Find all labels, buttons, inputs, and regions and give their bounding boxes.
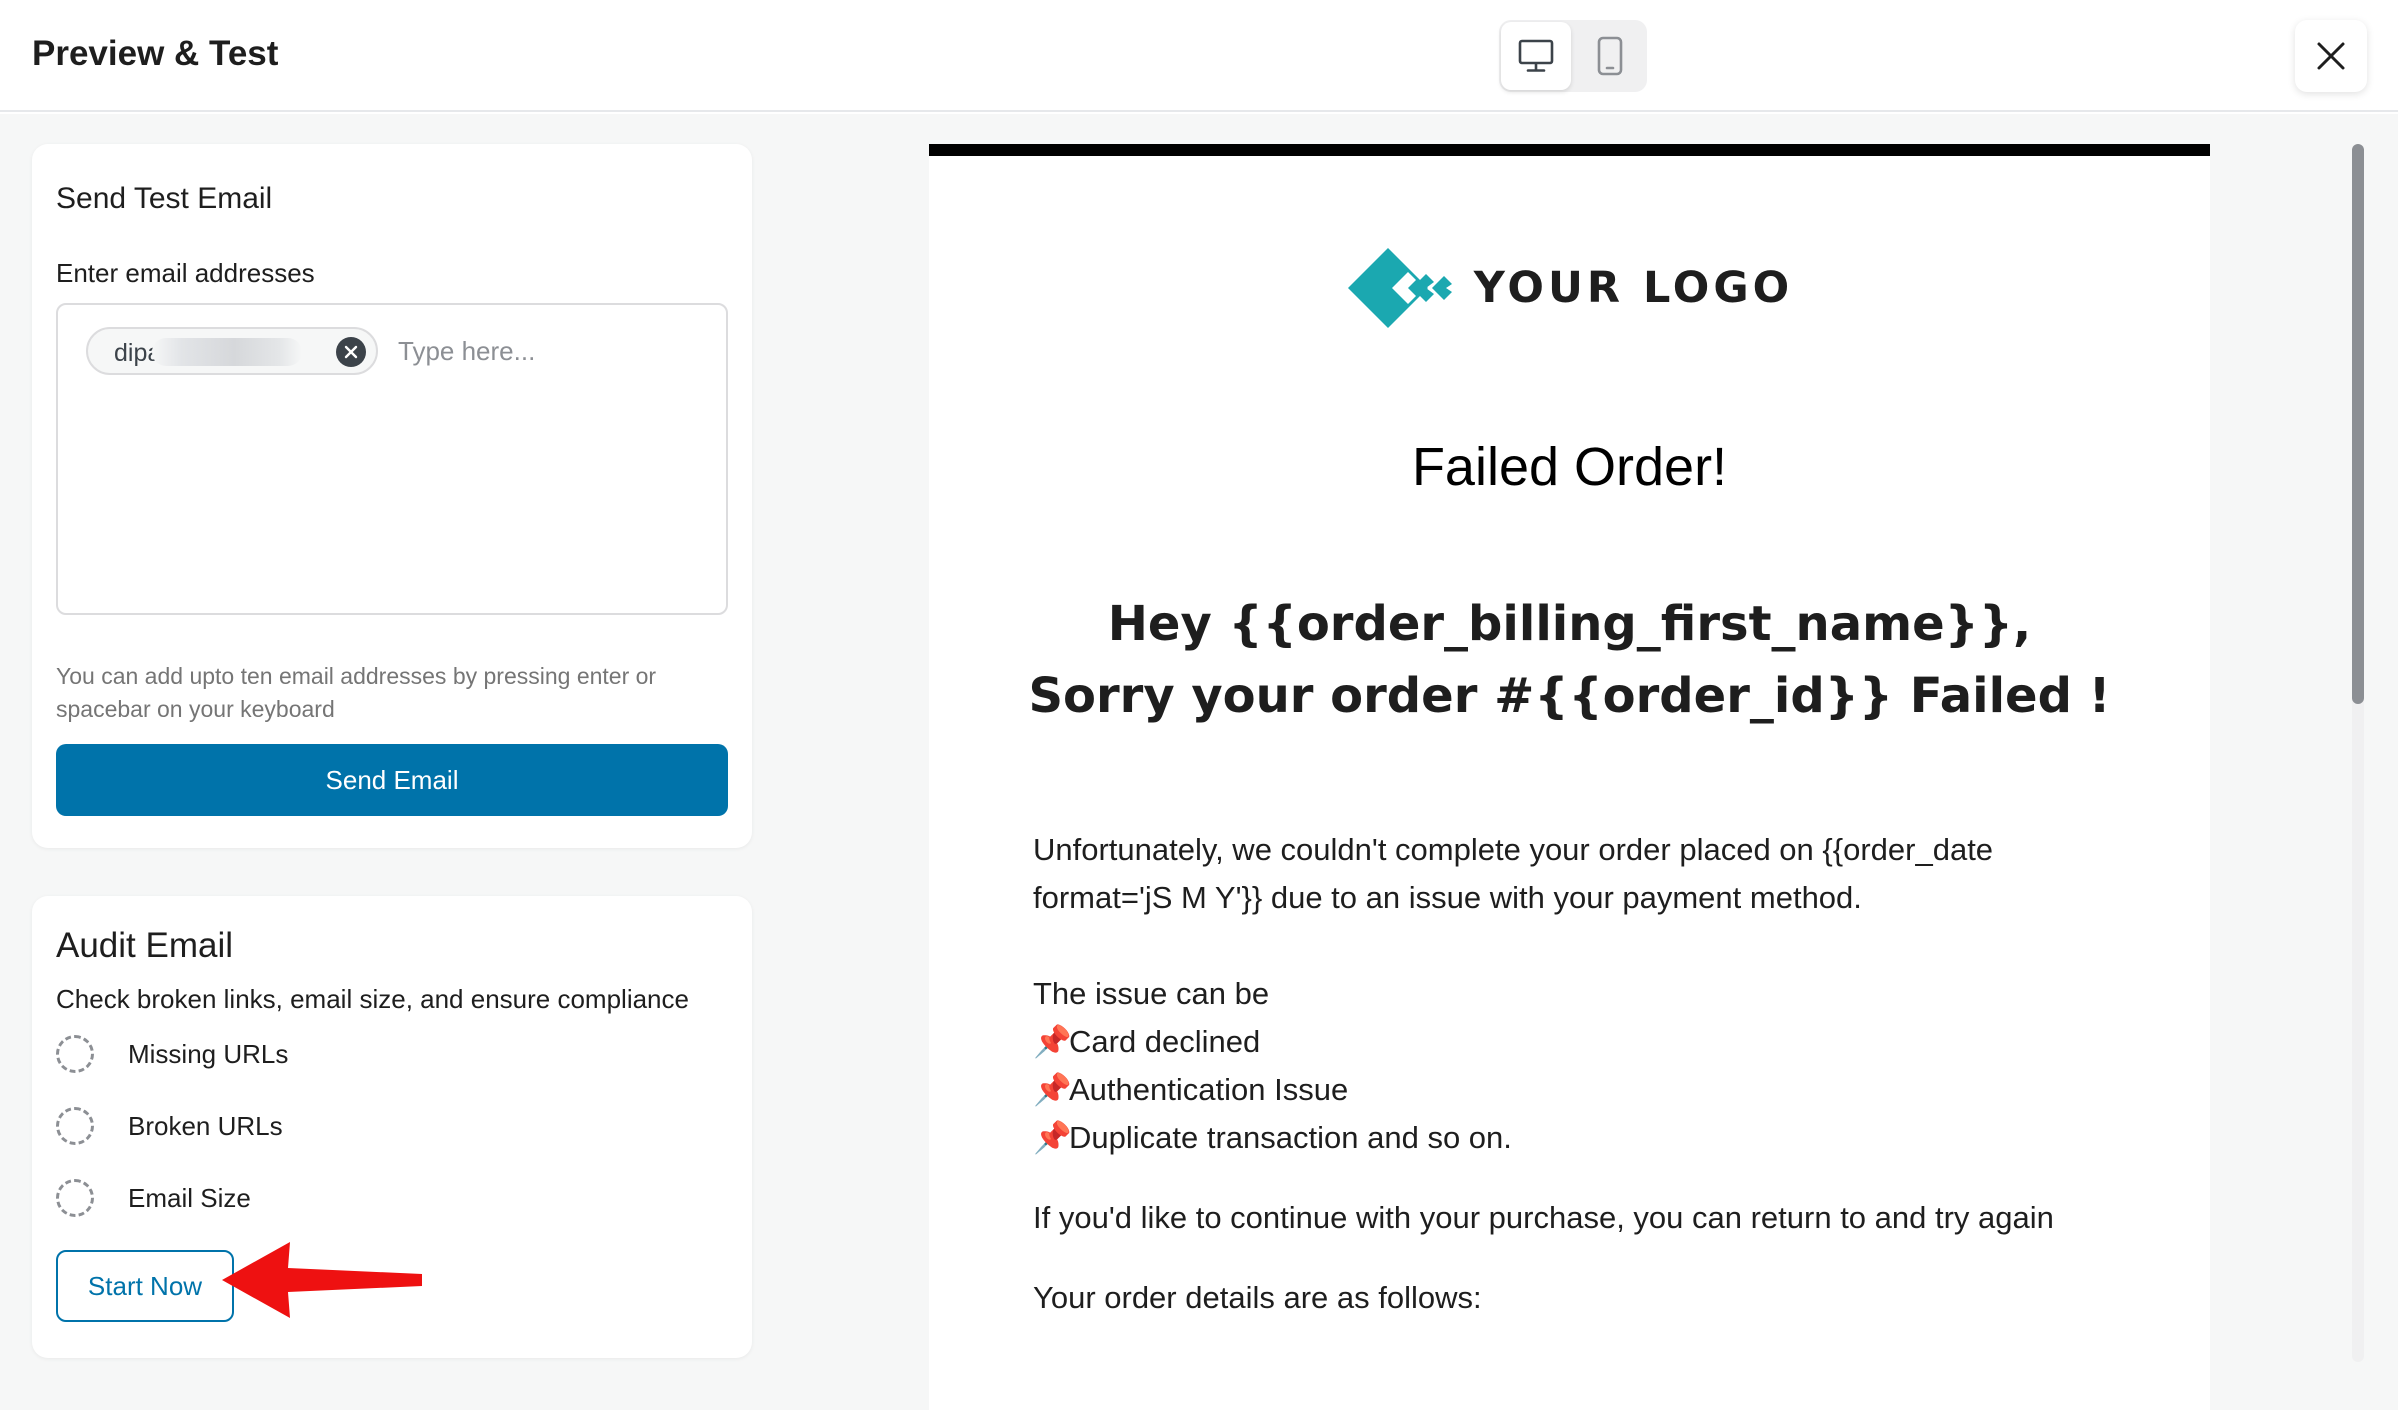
greeting-line-1: Hey {{order_billing_first_name}}, bbox=[1107, 596, 2032, 652]
email-addresses-label: Enter email addresses bbox=[56, 258, 315, 288]
audit-check-missing-urls: Missing URLs bbox=[56, 1034, 288, 1074]
body-text: format='jS M Y'}} due to an issue with y… bbox=[1033, 880, 1862, 915]
preview-scrollbar[interactable] bbox=[2352, 144, 2364, 1362]
issue-item: 📌Duplicate transaction and so on. bbox=[1033, 1114, 2113, 1162]
audit-check-label: Missing URLs bbox=[128, 1038, 289, 1069]
email-chip: dipa bbox=[86, 327, 378, 375]
email-body: Unfortunately, we couldn't complete your… bbox=[1033, 826, 2113, 1322]
email-chip-redaction bbox=[152, 338, 302, 366]
modal-header: Preview & Test bbox=[0, 0, 2398, 112]
chip-remove-icon[interactable] bbox=[336, 337, 366, 367]
send-email-button[interactable]: Send Email bbox=[56, 744, 728, 816]
audit-subtitle: Check broken links, email size, and ensu… bbox=[56, 984, 689, 1014]
body-text: If you'd like to continue with your purc… bbox=[1033, 1200, 2054, 1235]
pending-status-icon bbox=[56, 1035, 94, 1073]
pending-status-icon bbox=[56, 1107, 94, 1145]
desktop-icon bbox=[1518, 39, 1554, 72]
body-text: Your order details are as follows: bbox=[1033, 1280, 1482, 1315]
body-text: The issue can be bbox=[1033, 976, 1270, 1011]
audit-check-email-size: Email Size bbox=[56, 1178, 251, 1218]
close-icon bbox=[2317, 42, 2345, 70]
body-text: Unfortunately, we couldn't complete your… bbox=[1033, 832, 1994, 867]
device-toggle bbox=[1499, 20, 1647, 92]
email-input[interactable] bbox=[398, 327, 698, 375]
left-panel: Send Test Email Enter email addresses di… bbox=[0, 114, 785, 1410]
mobile-view-button[interactable] bbox=[1575, 22, 1645, 90]
email-addresses-field[interactable]: dipa bbox=[56, 303, 728, 615]
send-test-email-card: Send Test Email Enter email addresses di… bbox=[32, 144, 752, 848]
pushpin-icon: 📌 bbox=[1033, 1024, 1072, 1059]
logo-text: YOUR LOGO bbox=[1473, 263, 1794, 313]
scrollbar-thumb[interactable] bbox=[2352, 144, 2364, 704]
greeting-line-2: Sorry your order #{{order_id}} Failed ! bbox=[1028, 668, 2111, 724]
email-help-text: You can add upto ten email addresses by … bbox=[56, 663, 657, 722]
email-heading: Failed Order! bbox=[1411, 437, 1728, 497]
audit-check-label: Broken URLs bbox=[128, 1110, 283, 1141]
logo-icon bbox=[1347, 248, 1452, 328]
email-logo: YOUR LOGO bbox=[929, 246, 2210, 330]
start-now-button[interactable]: Start Now bbox=[56, 1250, 234, 1322]
email-greeting: Hey {{order_billing_first_name}}, Sorry … bbox=[929, 588, 2210, 732]
page-title: Preview & Test bbox=[32, 34, 279, 73]
pushpin-icon: 📌 bbox=[1033, 1072, 1072, 1107]
issue-item: 📌Card declined bbox=[1033, 1018, 2113, 1066]
pushpin-icon: 📌 bbox=[1033, 1120, 1072, 1155]
pending-status-icon bbox=[56, 1179, 94, 1217]
desktop-view-button[interactable] bbox=[1501, 22, 1571, 90]
email-preview: YOUR LOGO Failed Order! Hey {{order_bill… bbox=[929, 144, 2210, 1410]
audit-check-label: Email Size bbox=[128, 1182, 251, 1213]
close-button[interactable] bbox=[2295, 20, 2367, 92]
annotation-arrow-icon bbox=[222, 1242, 422, 1318]
mobile-icon bbox=[1597, 36, 1623, 76]
audit-check-broken-urls: Broken URLs bbox=[56, 1106, 283, 1146]
audit-title: Audit Email bbox=[56, 926, 234, 965]
issue-item: 📌Authentication Issue bbox=[1033, 1066, 2113, 1114]
email-preview-area: YOUR LOGO Failed Order! Hey {{order_bill… bbox=[785, 114, 2398, 1410]
send-test-title: Send Test Email bbox=[56, 182, 273, 215]
